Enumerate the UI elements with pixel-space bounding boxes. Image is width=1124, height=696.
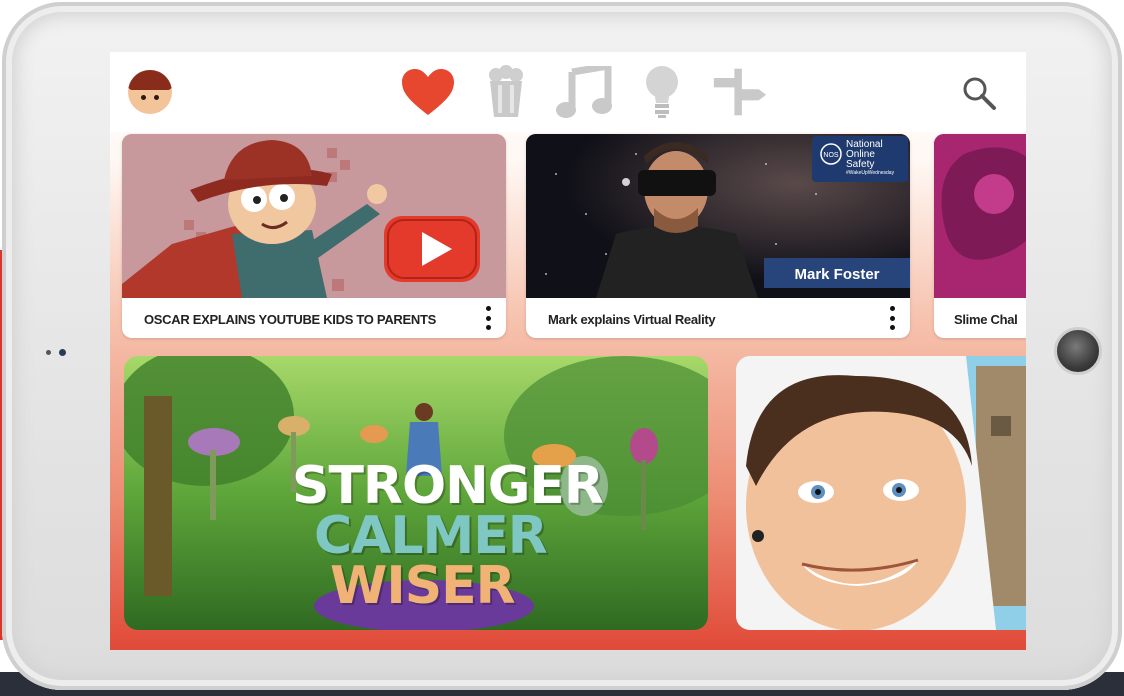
video-thumbnail: NOS #WakeUpWednesday Mark Foster Nationa… — [526, 134, 910, 298]
top-bar — [110, 52, 1026, 132]
home-button[interactable] — [1054, 327, 1102, 375]
video-thumbnail — [934, 134, 1026, 298]
signpost-icon — [713, 68, 767, 116]
music-note-icon — [556, 66, 612, 118]
profile-avatar[interactable] — [128, 70, 172, 114]
category-explore[interactable] — [712, 64, 768, 120]
video-title: OSCAR EXPLAINS YOUTUBE KIDS TO PARENTS — [144, 312, 436, 327]
nos-badge-abbr: NOS — [823, 152, 839, 159]
video-thumbnail — [122, 134, 506, 298]
featured-video-tile[interactable]: STRONGER CALMER WISER — [124, 356, 708, 630]
more-options-button[interactable] — [890, 306, 896, 330]
video-title: Slime Chal — [954, 312, 1018, 327]
video-card[interactable]: Slime Chal — [934, 134, 1026, 338]
category-nav — [400, 64, 768, 120]
category-shows[interactable] — [478, 64, 534, 120]
nos-badge-title: National Online Safety — [846, 139, 883, 170]
video-card[interactable]: OSCAR EXPLAINS YOUTUBE KIDS TO PARENTS — [122, 134, 506, 338]
app-screen: OSCAR EXPLAINS YOUTUBE KIDS TO PARENTS N… — [110, 52, 1026, 650]
front-camera — [46, 349, 66, 356]
video-title: Mark explains Virtual Reality — [548, 312, 716, 327]
lightbulb-icon — [646, 66, 678, 118]
search-button[interactable] — [960, 74, 1000, 114]
video-card[interactable]: NOS #WakeUpWednesday Mark Foster Nationa… — [526, 134, 910, 338]
category-recommended[interactable] — [400, 64, 456, 120]
nos-badge-tag: #WakeUpWednesday — [846, 170, 895, 176]
video-tile-thumbnail — [736, 356, 1026, 630]
featured-line-3: WISER — [330, 556, 516, 616]
search-icon — [963, 77, 996, 110]
category-learning[interactable] — [634, 64, 690, 120]
more-options-button[interactable] — [486, 306, 492, 330]
category-music[interactable] — [556, 64, 612, 120]
video-tile[interactable] — [736, 356, 1026, 630]
heart-icon — [402, 69, 454, 115]
name-banner: Mark Foster — [794, 266, 879, 283]
popcorn-icon — [489, 65, 523, 117]
